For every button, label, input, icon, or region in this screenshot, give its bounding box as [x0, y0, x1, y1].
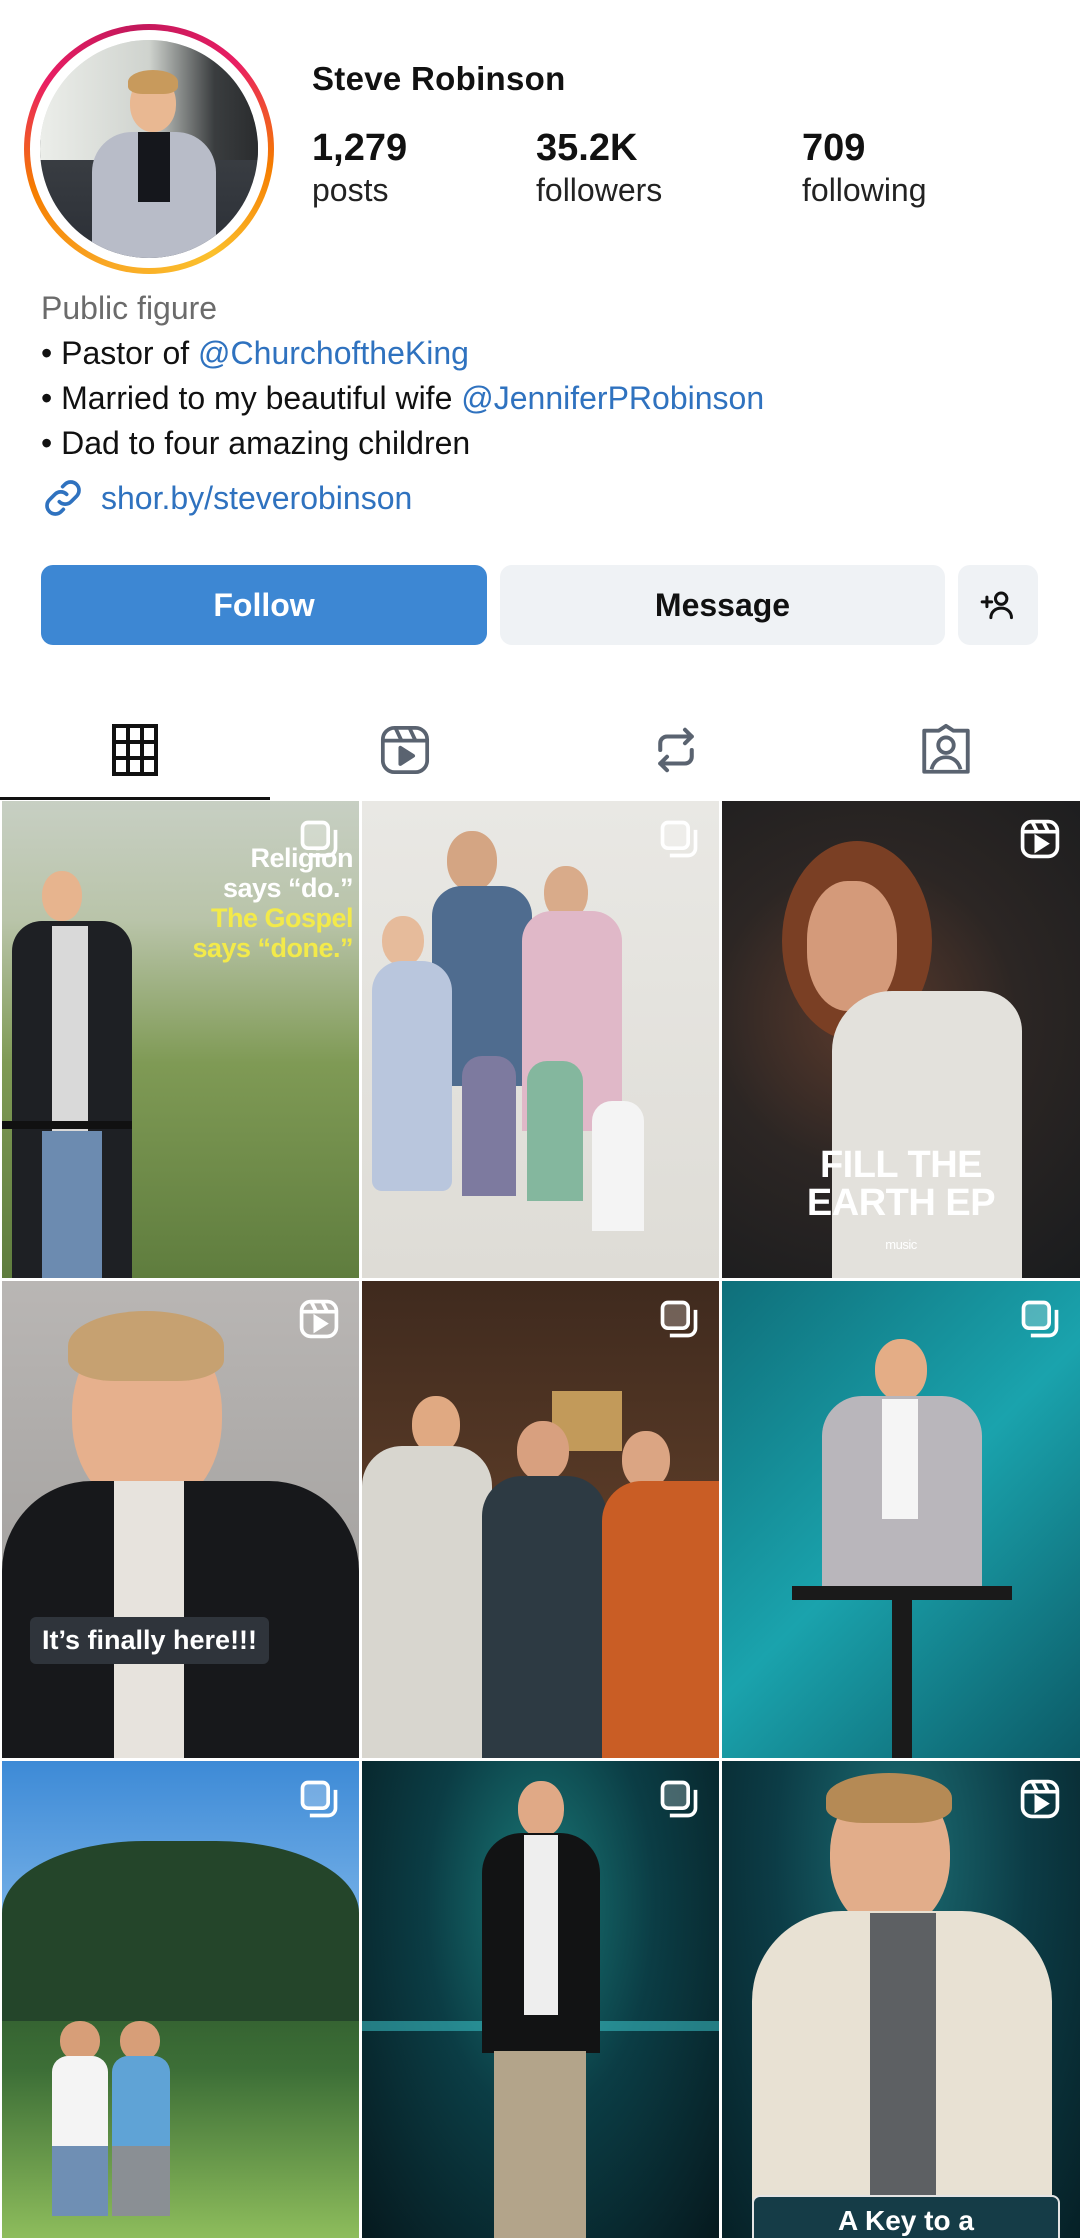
mention-link[interactable]: @ChurchoftheKing: [198, 335, 469, 371]
carousel-icon: [660, 1780, 698, 1818]
profile-category: Public figure: [41, 290, 218, 326]
bio-text: • Dad to four amazing children: [41, 425, 471, 461]
add-person-icon: [980, 591, 1013, 620]
carousel-icon: [660, 1300, 698, 1338]
following-label: following: [802, 172, 927, 208]
reposts-icon: [657, 727, 694, 773]
posts-grid: Religion says “do.” The Gospel says “don…: [2, 801, 1080, 2238]
bio-line: • Dad to four amazing children: [41, 421, 764, 466]
grid-post[interactable]: A Key to a: [722, 1761, 1080, 2238]
avatar-photo: [40, 40, 258, 258]
reel-icon: [1020, 1779, 1060, 1819]
post-caption: EARTH EP: [806, 1182, 996, 1224]
grid-post[interactable]: Religion says “do.” The Gospel says “don…: [2, 801, 359, 1278]
following-count: 709: [802, 127, 866, 169]
streaming-logos: music: [885, 1237, 917, 1252]
carousel-icon: [1021, 1300, 1059, 1338]
reel-icon: [1020, 819, 1060, 859]
carousel-icon: [660, 820, 698, 858]
profile-link[interactable]: shor.by/steverobinson: [41, 476, 412, 520]
tagged-icon: [922, 723, 970, 774]
carousel-icon: [300, 1780, 338, 1818]
grid-post[interactable]: [362, 1761, 719, 2238]
tab-posts[interactable]: [0, 700, 271, 800]
grid-icon: [112, 724, 159, 776]
reels-icon: [381, 725, 430, 775]
bio-line: • Married to my beautiful wife @Jennifer…: [41, 376, 764, 421]
reel-icon: [299, 1299, 339, 1339]
posts-stat[interactable]: 1,279 posts: [312, 128, 407, 210]
link-icon: [45, 480, 81, 516]
grid-post[interactable]: It’s finally here!!!: [2, 1281, 359, 1758]
profile-avatar[interactable]: [24, 24, 274, 274]
post-caption: The Gospel: [210, 903, 354, 933]
profile-bio: Public figure • Pastor of @ChurchoftheKi…: [41, 286, 764, 466]
post-caption: says “done.”: [192, 933, 353, 963]
bio-line: • Pastor of @ChurchoftheKing: [41, 331, 764, 376]
posts-count: 1,279: [312, 127, 408, 169]
followers-stat[interactable]: 35.2K followers: [536, 128, 662, 210]
post-caption: A Key to a: [752, 2195, 1060, 2238]
tab-tagged[interactable]: [811, 700, 1081, 800]
suggested-accounts-button[interactable]: [958, 565, 1038, 645]
mention-link[interactable]: @JenniferPRobinson: [461, 380, 764, 416]
grid-post[interactable]: [362, 1281, 719, 1758]
grid-post[interactable]: [722, 1281, 1080, 1758]
followers-label: followers: [536, 172, 663, 208]
carousel-icon: [300, 820, 338, 858]
profile-tabs: [0, 700, 1081, 800]
grid-post[interactable]: [362, 801, 719, 1278]
tab-reposts[interactable]: [541, 700, 811, 800]
grid-post[interactable]: [2, 1761, 359, 2238]
bio-text: • Pastor of: [41, 335, 199, 371]
message-button[interactable]: Message: [500, 565, 945, 645]
posts-label: posts: [312, 172, 389, 208]
grid-post[interactable]: FILL THE EARTH EP music: [722, 801, 1080, 1278]
bio-text: • Married to my beautiful wife: [41, 380, 462, 416]
post-caption: says “do.”: [222, 873, 354, 903]
following-stat[interactable]: 709 following: [802, 128, 927, 210]
profile-link-text: shor.by/steverobinson: [101, 479, 413, 516]
follow-button[interactable]: Follow: [41, 565, 487, 645]
profile-username: Steve Robinson: [312, 60, 566, 97]
post-caption: FILL THE: [819, 1144, 983, 1186]
tab-reels[interactable]: [270, 700, 540, 800]
followers-count: 35.2K: [536, 127, 638, 169]
post-caption: It’s finally here!!!: [30, 1617, 270, 1664]
